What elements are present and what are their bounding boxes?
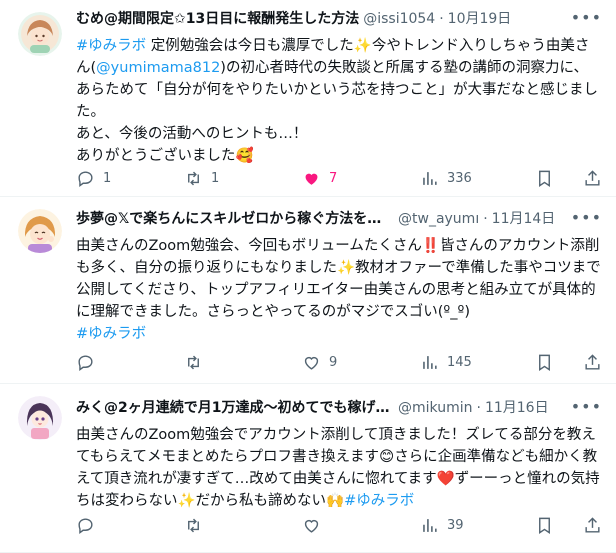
- sparkles-emoji: ✨: [337, 260, 356, 276]
- more-icon[interactable]: •••: [571, 208, 602, 228]
- view-count: 336: [447, 170, 472, 186]
- share-button[interactable]: [583, 169, 602, 188]
- retweet-button[interactable]: [184, 353, 211, 372]
- like-icon: [304, 356, 319, 370]
- separator: ·: [439, 11, 444, 27]
- reply-icon: [78, 354, 93, 371]
- reply-button[interactable]: 1: [76, 169, 111, 188]
- more-icon[interactable]: •••: [571, 397, 602, 417]
- tweet[interactable]: 歩夢@𝕏で楽ちんにスキルゼロから稼ぐ方法を発信 @tw_ayumı · 11月1…: [0, 197, 616, 384]
- tweet-text: 由美さんのZoom勉強会、今回もボリュームたくさん‼️皆さんのアカウント添削も多…: [76, 235, 602, 345]
- handle[interactable]: @issi1054: [363, 9, 435, 29]
- like-button[interactable]: 9: [302, 353, 337, 372]
- retweet-icon: [188, 355, 199, 369]
- retweet-icon: [188, 518, 199, 532]
- tweet-text: 由美さんのZoom勉強会でアカウント添削して頂きました！ズレてる部分を教えてもら…: [76, 424, 602, 512]
- more-icon[interactable]: •••: [571, 8, 602, 28]
- views-icon: [423, 518, 437, 532]
- like-count: 9: [329, 354, 338, 370]
- bookmark-icon: [539, 354, 550, 371]
- share-button[interactable]: [583, 516, 602, 535]
- share-icon: [585, 353, 600, 370]
- avatar[interactable]: [18, 396, 62, 440]
- hashtag-link[interactable]: #ゆみラボ: [344, 493, 414, 509]
- bookmark-button[interactable]: [535, 169, 554, 188]
- action-bar: 9 145: [76, 352, 602, 372]
- double-exclamation-emoji: ‼️: [421, 238, 440, 254]
- bookmark-icon: [539, 170, 550, 187]
- views-button[interactable]: 39: [420, 516, 464, 535]
- bookmark-button[interactable]: [535, 516, 554, 535]
- views-icon: [423, 171, 437, 185]
- view-count: 39: [447, 517, 464, 533]
- views-button[interactable]: 145: [420, 353, 472, 372]
- raising-hands-emoji: 🙌: [326, 493, 345, 509]
- view-count: 145: [447, 354, 472, 370]
- bookmark-button[interactable]: [535, 353, 554, 372]
- handle[interactable]: @mikumin: [398, 398, 472, 418]
- reply-count: 1: [103, 170, 112, 186]
- like-icon: [305, 173, 318, 185]
- bookmark-icon: [539, 517, 550, 534]
- like-icon: [304, 519, 319, 533]
- avatar[interactable]: [18, 12, 62, 56]
- avatar[interactable]: [18, 209, 62, 253]
- share-icon: [585, 516, 600, 533]
- mention-link[interactable]: @yumimama812: [96, 60, 220, 76]
- retweet-button[interactable]: 1: [184, 169, 219, 188]
- reply-icon: [78, 170, 93, 187]
- retweet-icon: [188, 171, 199, 185]
- timestamp[interactable]: 11月14日: [492, 209, 556, 229]
- display-name[interactable]: 歩夢@𝕏で楽ちんにスキルゼロから稼ぐ方法を発信: [76, 209, 394, 229]
- action-bar: 1 1 7 336: [76, 168, 602, 188]
- display-name[interactable]: みく@2ヶ月連続で月1万達成〜初めてでも稼げるツ: [76, 398, 394, 418]
- hashtag-link[interactable]: #ゆみラボ: [76, 38, 146, 54]
- views-button[interactable]: 336: [420, 169, 472, 188]
- reply-button[interactable]: [76, 516, 103, 535]
- separator: ·: [483, 211, 488, 227]
- sparkles-emoji: ✨: [177, 493, 196, 509]
- action-bar: 39: [76, 515, 602, 535]
- tweet-text: #ゆみラボ 定例勉強会は今日も濃厚でした✨今やトレンド入りしちゃう由美さん(@y…: [76, 35, 602, 167]
- separator: ·: [476, 400, 481, 416]
- hashtag-link[interactable]: #ゆみラボ: [76, 326, 146, 342]
- retweet-button[interactable]: [184, 516, 211, 535]
- like-button[interactable]: [302, 516, 329, 535]
- sparkles-emoji: ✨: [353, 38, 372, 54]
- like-button[interactable]: 7: [302, 169, 337, 188]
- timestamp[interactable]: 11月16日: [485, 398, 549, 418]
- heart-emoji: ❤️: [436, 471, 455, 487]
- display-name[interactable]: むめ@期間限定✩13日目に報酬発生した方法: [76, 9, 359, 29]
- smiling-emoji: 😊: [379, 449, 395, 465]
- reply-button[interactable]: [76, 353, 103, 372]
- handle[interactable]: @tw_ayumı: [398, 209, 479, 229]
- retweet-count: 1: [211, 170, 220, 186]
- tweet[interactable]: むめ@期間限定✩13日目に報酬発生した方法 @issi1054 · 10月19日…: [0, 0, 616, 197]
- reply-icon: [78, 517, 93, 534]
- smiling-hearts-emoji: 🥰: [235, 148, 254, 164]
- share-icon: [585, 169, 600, 186]
- tweet[interactable]: みく@2ヶ月連続で月1万達成〜初めてでも稼げるツ @mikumin · 11月1…: [0, 384, 616, 553]
- timestamp[interactable]: 10月19日: [448, 9, 512, 29]
- views-icon: [423, 355, 437, 369]
- share-button[interactable]: [583, 353, 602, 372]
- like-count: 7: [329, 170, 338, 186]
